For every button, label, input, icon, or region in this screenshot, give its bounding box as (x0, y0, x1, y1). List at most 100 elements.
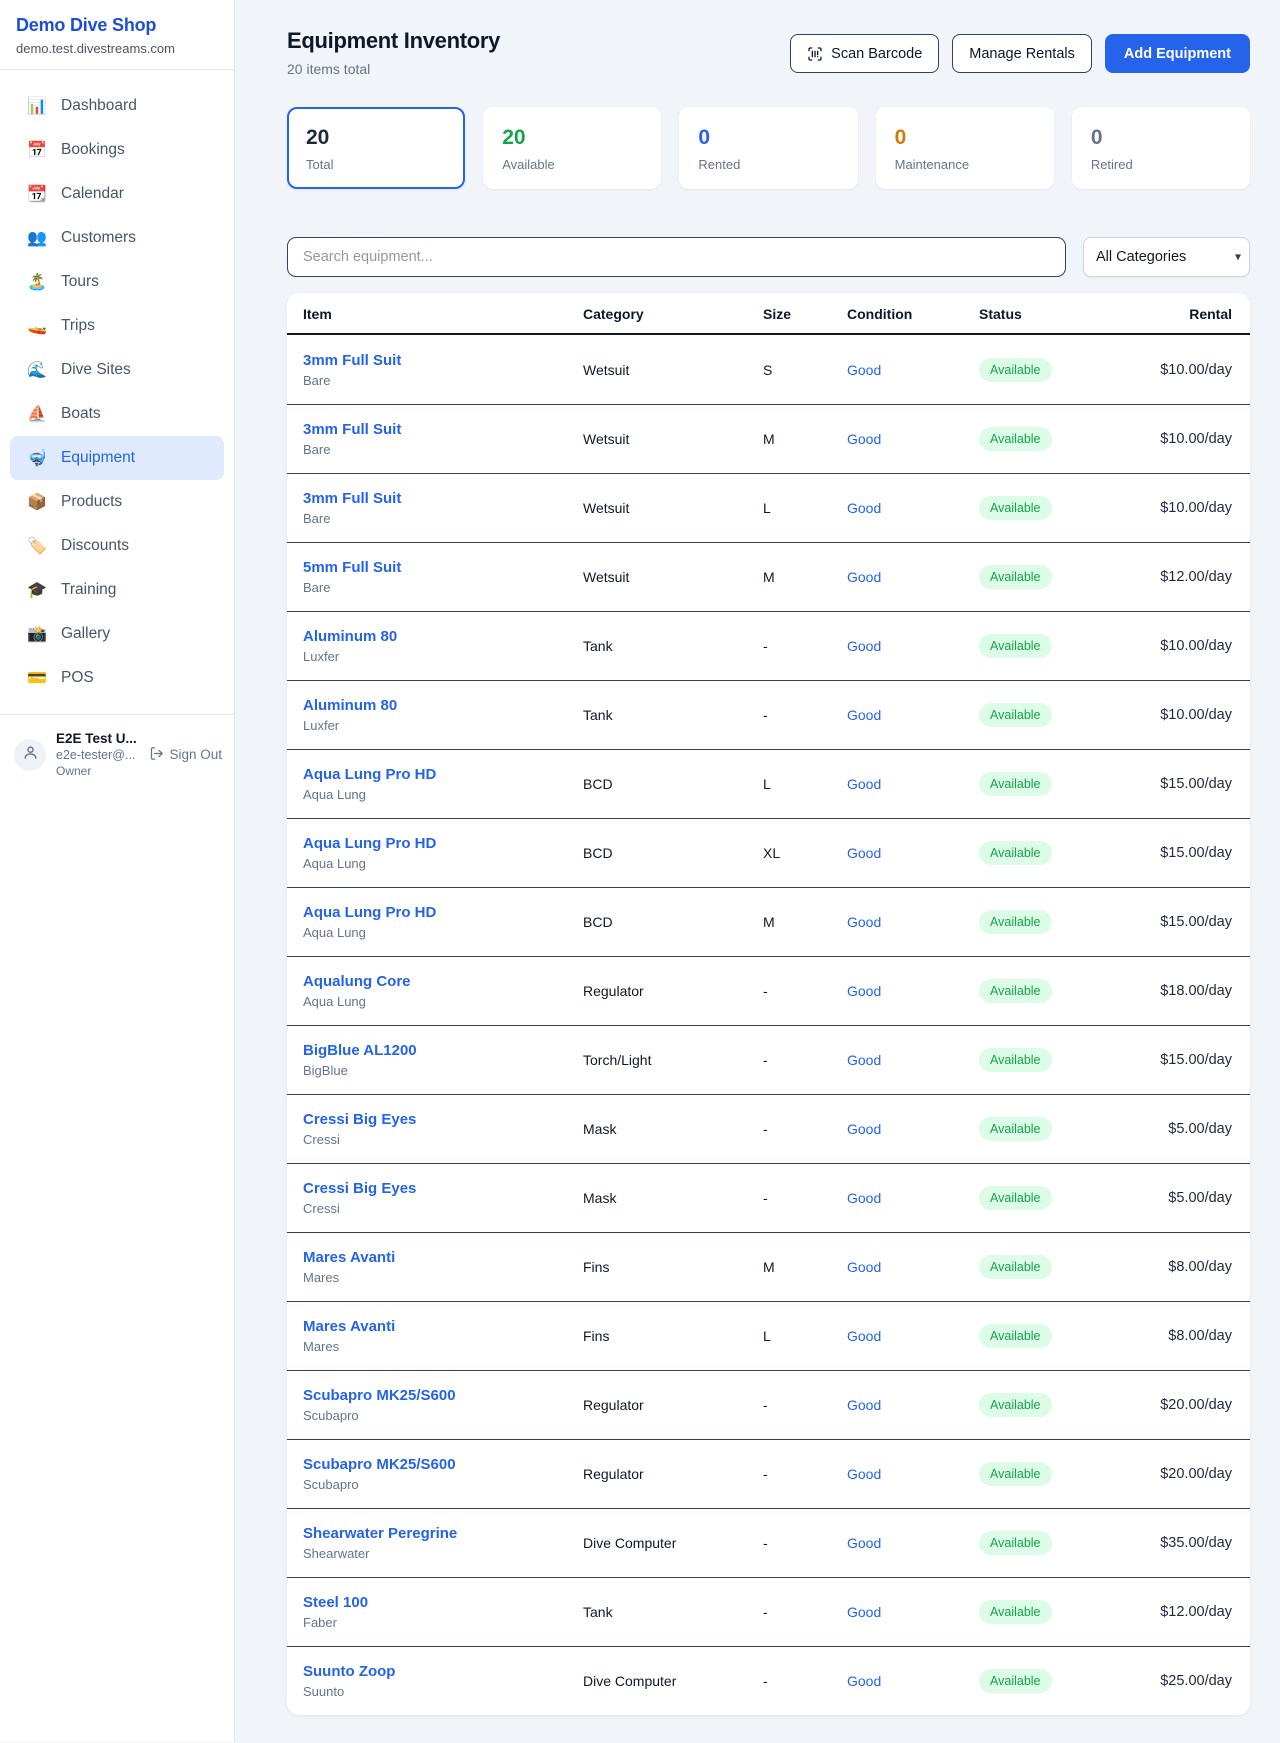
item-rental-rate: $15.00/day (1102, 845, 1232, 861)
item-name-link[interactable]: Aqua Lung Pro HD (303, 904, 583, 921)
table-row[interactable]: 5mm Full Suit Bare Wetsuit M Good Availa… (287, 542, 1250, 611)
table-row[interactable]: 3mm Full Suit Bare Wetsuit L Good Availa… (287, 473, 1250, 542)
table-row[interactable]: Cressi Big Eyes Cressi Mask - Good Avail… (287, 1094, 1250, 1163)
sidebar-item[interactable]: 📆 Calendar (10, 172, 224, 216)
item-status-cell: Available (979, 772, 1102, 796)
status-badge: Available (979, 358, 1052, 382)
item-condition-link[interactable]: Good (847, 845, 979, 861)
table-row[interactable]: Aluminum 80 Luxfer Tank - Good Available… (287, 680, 1250, 749)
item-name-link[interactable]: Aluminum 80 (303, 628, 583, 645)
table-row[interactable]: Scubapro MK25/S600 Scubapro Regulator - … (287, 1439, 1250, 1508)
stat-card[interactable]: 20 Available (483, 107, 661, 189)
item-name-link[interactable]: Suunto Zoop (303, 1663, 583, 1680)
table-row[interactable]: Aqua Lung Pro HD Aqua Lung BCD L Good Av… (287, 749, 1250, 818)
item-condition-link[interactable]: Good (847, 914, 979, 930)
table-row[interactable]: Aluminum 80 Luxfer Tank - Good Available… (287, 611, 1250, 680)
table-row[interactable]: 3mm Full Suit Bare Wetsuit S Good Availa… (287, 335, 1250, 404)
item-condition-link[interactable]: Good (847, 707, 979, 723)
item-condition-link[interactable]: Good (847, 431, 979, 447)
search-input[interactable] (287, 237, 1066, 277)
item-condition-link[interactable]: Good (847, 1121, 979, 1137)
item-condition-link[interactable]: Good (847, 1259, 979, 1275)
sidebar-item[interactable]: 🎓 Training (10, 568, 224, 612)
item-cell: 3mm Full Suit Bare (303, 490, 583, 526)
sidebar-item[interactable]: ⛵ Boats (10, 392, 224, 436)
item-name-link[interactable]: Scubapro MK25/S600 (303, 1456, 583, 1473)
sign-out-button[interactable]: Sign Out (149, 746, 224, 764)
equipment-table: Item Category Size Condition Status Rent… (287, 293, 1250, 1715)
manage-rentals-button[interactable]: Manage Rentals (952, 34, 1092, 73)
category-filter-select[interactable]: All Categories (1083, 237, 1250, 277)
item-name-link[interactable]: Aluminum 80 (303, 697, 583, 714)
table-row[interactable]: BigBlue AL1200 BigBlue Torch/Light - Goo… (287, 1025, 1250, 1094)
sidebar-item[interactable]: 🌊 Dive Sites (10, 348, 224, 392)
sidebar-item[interactable]: 📊 Dashboard (10, 84, 224, 128)
item-condition-link[interactable]: Good (847, 362, 979, 378)
table-row[interactable]: Scubapro MK25/S600 Scubapro Regulator - … (287, 1370, 1250, 1439)
sidebar-item[interactable]: 🤿 Equipment (10, 436, 224, 480)
item-name-link[interactable]: Aqua Lung Pro HD (303, 835, 583, 852)
item-condition-link[interactable]: Good (847, 1190, 979, 1206)
sidebar-item[interactable]: 🏷️ Discounts (10, 524, 224, 568)
table-row[interactable]: Suunto Zoop Suunto Dive Computer - Good … (287, 1646, 1250, 1715)
table-row[interactable]: Steel 100 Faber Tank - Good Available $1… (287, 1577, 1250, 1646)
item-condition-link[interactable]: Good (847, 1397, 979, 1413)
table-row[interactable]: Shearwater Peregrine Shearwater Dive Com… (287, 1508, 1250, 1577)
add-equipment-button[interactable]: Add Equipment (1105, 34, 1250, 73)
item-name-link[interactable]: Shearwater Peregrine (303, 1525, 583, 1542)
item-brand: Scubapro (303, 1408, 583, 1423)
sidebar-item[interactable]: 📅 Bookings (10, 128, 224, 172)
item-name-link[interactable]: 3mm Full Suit (303, 421, 583, 438)
sidebar-item[interactable]: 💳 POS (10, 656, 224, 700)
item-name-link[interactable]: Cressi Big Eyes (303, 1111, 583, 1128)
item-condition-link[interactable]: Good (847, 1604, 979, 1620)
item-condition-link[interactable]: Good (847, 1328, 979, 1344)
item-cell: Cressi Big Eyes Cressi (303, 1180, 583, 1216)
sidebar-item[interactable]: 🚤 Trips (10, 304, 224, 348)
table-row[interactable]: 3mm Full Suit Bare Wetsuit M Good Availa… (287, 404, 1250, 473)
item-name-link[interactable]: Mares Avanti (303, 1318, 583, 1335)
table-row[interactable]: Cressi Big Eyes Cressi Mask - Good Avail… (287, 1163, 1250, 1232)
item-condition-link[interactable]: Good (847, 1673, 979, 1689)
item-name-link[interactable]: BigBlue AL1200 (303, 1042, 583, 1059)
item-name-link[interactable]: Aqua Lung Pro HD (303, 766, 583, 783)
status-badge: Available (979, 427, 1052, 451)
item-name-link[interactable]: Steel 100 (303, 1594, 583, 1611)
item-name-link[interactable]: 3mm Full Suit (303, 490, 583, 507)
stat-card[interactable]: 0 Retired (1072, 107, 1250, 189)
item-condition-link[interactable]: Good (847, 1052, 979, 1068)
status-badge: Available (979, 1462, 1052, 1486)
item-condition-link[interactable]: Good (847, 569, 979, 585)
item-name-link[interactable]: 5mm Full Suit (303, 559, 583, 576)
scan-barcode-button[interactable]: Scan Barcode (790, 34, 939, 73)
item-condition-link[interactable]: Good (847, 500, 979, 516)
item-name-link[interactable]: Aqualung Core (303, 973, 583, 990)
table-row[interactable]: Mares Avanti Mares Fins L Good Available… (287, 1301, 1250, 1370)
item-name-link[interactable]: Cressi Big Eyes (303, 1180, 583, 1197)
shop-name[interactable]: Demo Dive Shop (16, 15, 218, 36)
table-row[interactable]: Aqua Lung Pro HD Aqua Lung BCD XL Good A… (287, 818, 1250, 887)
item-name-link[interactable]: Scubapro MK25/S600 (303, 1387, 583, 1404)
stat-card[interactable]: 20 Total (287, 107, 465, 189)
item-condition-link[interactable]: Good (847, 638, 979, 654)
table-row[interactable]: Aqua Lung Pro HD Aqua Lung BCD M Good Av… (287, 887, 1250, 956)
item-condition-link[interactable]: Good (847, 776, 979, 792)
sidebar-item[interactable]: 📦 Products (10, 480, 224, 524)
sidebar-item[interactable]: 📸 Gallery (10, 612, 224, 656)
table-row[interactable]: Mares Avanti Mares Fins M Good Available… (287, 1232, 1250, 1301)
item-condition-link[interactable]: Good (847, 983, 979, 999)
table-row[interactable]: Aqualung Core Aqua Lung Regulator - Good… (287, 956, 1250, 1025)
item-cell: Aqua Lung Pro HD Aqua Lung (303, 766, 583, 802)
sidebar-item-label: Boats (61, 405, 101, 423)
nav-item-icon: 📅 (26, 140, 48, 160)
item-size: - (763, 1466, 847, 1482)
item-condition-link[interactable]: Good (847, 1535, 979, 1551)
item-name-link[interactable]: Mares Avanti (303, 1249, 583, 1266)
sidebar-item[interactable]: 👥 Customers (10, 216, 224, 260)
item-size: M (763, 914, 847, 930)
item-condition-link[interactable]: Good (847, 1466, 979, 1482)
item-name-link[interactable]: 3mm Full Suit (303, 352, 583, 369)
stat-card[interactable]: 0 Maintenance (876, 107, 1054, 189)
stat-card[interactable]: 0 Rented (679, 107, 857, 189)
sidebar-item[interactable]: 🏝️ Tours (10, 260, 224, 304)
